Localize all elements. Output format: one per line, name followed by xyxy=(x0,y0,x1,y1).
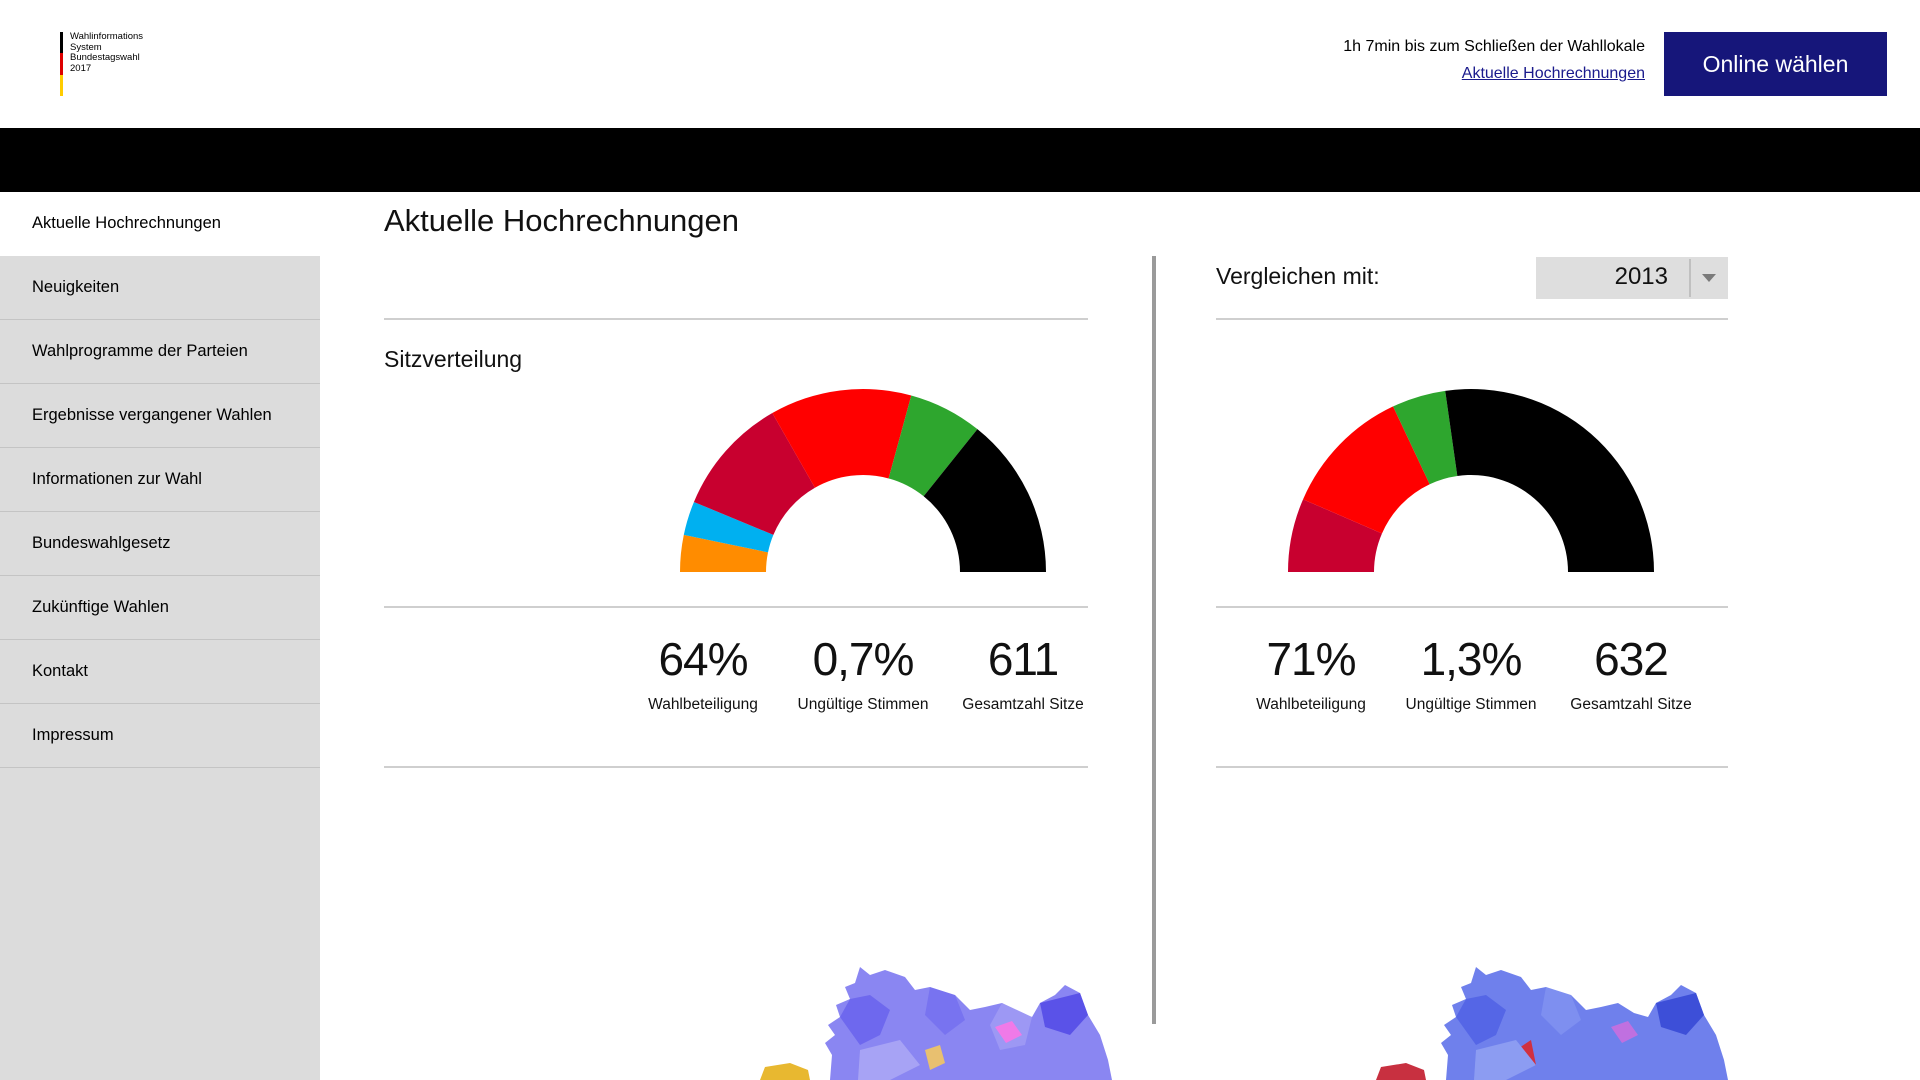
compare-label: Vergleichen mit: xyxy=(1216,263,1380,289)
stat-label: Gesamtzahl Sitze xyxy=(962,696,1084,713)
stat-seats-current: 611 Gesamtzahl Sitze xyxy=(938,632,1108,714)
stat-value: 632 xyxy=(1594,633,1669,685)
sidebar-item-aktuelle-hochrechnungen[interactable]: Aktuelle Hochrechnungen xyxy=(0,192,320,256)
election-map-compare[interactable] xyxy=(1356,955,1736,1080)
stat-turnout-current: 64% Wahlbeteiligung xyxy=(618,632,788,714)
stat-invalid-compare: 1,3% Ungültige Stimmen xyxy=(1386,632,1556,714)
sidebar-item-informationen[interactable]: Informationen zur Wahl xyxy=(0,448,320,512)
divider xyxy=(1216,606,1728,608)
stat-label: Wahlbeteiligung xyxy=(648,696,758,713)
sidebar-item-neuigkeiten[interactable]: Neuigkeiten xyxy=(0,256,320,320)
stat-invalid-current: 0,7% Ungültige Stimmen xyxy=(778,632,948,714)
online-vote-button[interactable]: Online wählen xyxy=(1664,32,1887,96)
logo-line: Bundestagswahl xyxy=(70,52,140,63)
header: Wahlinformations System Bundestagswahl 2… xyxy=(0,0,1920,128)
compare-separator xyxy=(1152,256,1156,1024)
sidebar-item-ergebnisse[interactable]: Ergebnisse vergangener Wahlen xyxy=(0,384,320,448)
stat-value: 0,7% xyxy=(812,633,915,685)
divider xyxy=(384,766,1088,768)
stat-seats-compare: 632 Gesamtzahl Sitze xyxy=(1546,632,1716,714)
flag-stripe xyxy=(60,32,63,96)
seat-distribution-label: Sitzverteilung xyxy=(384,346,523,372)
compare-year-value: 2013 xyxy=(1614,263,1668,290)
logo[interactable]: Wahlinformations System Bundestagswahl 2… xyxy=(60,31,170,98)
chevron-down-icon xyxy=(1702,274,1716,282)
divider xyxy=(1216,766,1728,768)
sidebar: Aktuelle Hochrechnungen Neuigkeiten Wahl… xyxy=(0,192,320,1080)
divider xyxy=(384,318,1088,320)
stat-label: Wahlbeteiligung xyxy=(1256,696,1366,713)
sidebar-item-kontakt[interactable]: Kontakt xyxy=(0,640,320,704)
stat-value: 64% xyxy=(658,633,748,685)
header-link-hochrechnungen[interactable]: Aktuelle Hochrechnungen xyxy=(1462,65,1645,83)
logo-line: 2017 xyxy=(70,62,92,74)
select-divider xyxy=(1689,259,1691,297)
sidebar-item-wahlprogramme[interactable]: Wahlprogramme der Parteien xyxy=(0,320,320,384)
countdown-text: 1h 7min bis zum Schließen der Wahllokale xyxy=(1343,38,1645,55)
stat-value: 1,3% xyxy=(1420,633,1523,685)
compare-year-select[interactable]: 2013 xyxy=(1536,257,1728,299)
logo-text: Wahlinformations System Bundestagswahl 2… xyxy=(70,31,144,74)
seat-chart-current xyxy=(680,389,1046,572)
logo-line: Wahlinformations xyxy=(70,31,144,42)
election-map-current[interactable] xyxy=(740,955,1120,1080)
sidebar-item-bundeswahlgesetz[interactable]: Bundeswahlgesetz xyxy=(0,512,320,576)
divider xyxy=(384,606,1088,608)
stat-label: Ungültige Stimmen xyxy=(1405,696,1537,713)
stat-label: Gesamtzahl Sitze xyxy=(1570,696,1692,713)
divider xyxy=(1216,318,1728,320)
nav-bar xyxy=(0,128,1920,192)
stat-value: 71% xyxy=(1266,633,1356,685)
stat-turnout-compare: 71% Wahlbeteiligung xyxy=(1226,632,1396,714)
stat-label: Ungültige Stimmen xyxy=(797,696,929,713)
stat-value: 611 xyxy=(987,633,1059,685)
sidebar-item-impressum[interactable]: Impressum xyxy=(0,704,320,768)
seat-segment[interactable] xyxy=(1445,389,1654,572)
seat-chart-compare xyxy=(1288,389,1654,572)
sidebar-item-zukuenftige-wahlen[interactable]: Zukünftige Wahlen xyxy=(0,576,320,640)
page-title: Aktuelle Hochrechnungen xyxy=(384,203,740,238)
